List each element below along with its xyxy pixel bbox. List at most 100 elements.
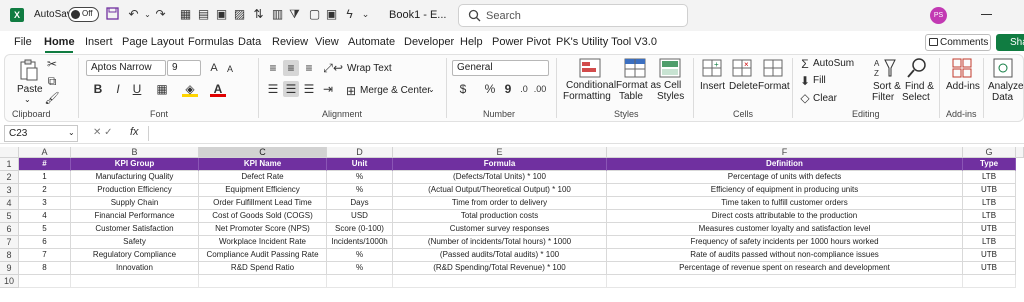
box-icon[interactable]: ▢: [307, 7, 322, 22]
align-center-icon[interactable]: ☰: [283, 81, 299, 97]
format-table-label-2[interactable]: Table: [619, 91, 643, 102]
table-cell[interactable]: (R&D Spending/Total Revenue) * 100: [393, 262, 607, 275]
italic-icon[interactable]: I: [110, 81, 126, 97]
insert-label[interactable]: Insert: [700, 81, 725, 92]
fill-color-icon[interactable]: ◈: [182, 81, 198, 97]
row-header[interactable]: 5: [0, 210, 19, 223]
table-cell[interactable]: 4: [19, 210, 71, 223]
row-header[interactable]: 1: [0, 158, 19, 171]
column-header-h[interactable]: [1016, 147, 1024, 158]
table-cell[interactable]: 1: [19, 171, 71, 184]
table-cell[interactable]: Innovation: [71, 262, 199, 275]
table-cell[interactable]: Manufacturing Quality: [71, 171, 199, 184]
insert-cells-icon[interactable]: +: [700, 56, 724, 80]
picture-insert-icon[interactable]: ▨: [232, 7, 247, 22]
table-cell[interactable]: Percentage of units with defects: [607, 171, 963, 184]
table-cell[interactable]: Total production costs: [393, 210, 607, 223]
menu-power-pivot[interactable]: Power Pivot: [492, 36, 551, 48]
screenshot-icon[interactable]: ▣: [324, 7, 339, 22]
format-label[interactable]: Format: [758, 81, 790, 92]
table-cell[interactable]: LTB: [963, 171, 1016, 184]
table-cell[interactable]: Financial Performance: [71, 210, 199, 223]
image-icon[interactable]: ▣: [214, 7, 229, 22]
wrap-text-label[interactable]: Wrap Text: [347, 63, 392, 74]
analyze-data-label-1[interactable]: Analyze: [988, 81, 1024, 92]
paste-label[interactable]: Paste: [17, 84, 43, 95]
insert-function-icon[interactable]: fx: [130, 126, 139, 138]
decrease-decimal-icon[interactable]: .00: [532, 81, 548, 97]
table-cell[interactable]: Workplace Incident Rate: [199, 236, 327, 249]
table-cell[interactable]: Direct costs attributable to the product…: [607, 210, 963, 223]
find-select-label-2[interactable]: Select: [902, 92, 930, 103]
table-header-cell[interactable]: #: [19, 158, 71, 171]
worksheet-grid[interactable]: A B C D E F G 1 2 3 4 5 6 7 8 9 10 # KPI…: [0, 147, 1024, 302]
conditional-formatting-icon[interactable]: [578, 56, 602, 80]
table-cell[interactable]: UTB: [963, 249, 1016, 262]
sort-filter-label-2[interactable]: Filter: [872, 92, 894, 103]
table-cell[interactable]: Score (0-100): [327, 223, 393, 236]
minimize-icon[interactable]: [981, 14, 992, 15]
table-cell[interactable]: Customer Satisfaction: [71, 223, 199, 236]
analyze-data-label-2[interactable]: Data: [992, 92, 1013, 103]
menu-home[interactable]: Home: [44, 36, 75, 48]
customize-qat-icon[interactable]: ⌄: [358, 7, 373, 22]
table-cell[interactable]: 5: [19, 223, 71, 236]
menu-developer[interactable]: Developer: [404, 36, 454, 48]
table-cell[interactable]: USD: [327, 210, 393, 223]
currency-icon[interactable]: $: [455, 81, 471, 97]
row-header[interactable]: 6: [0, 223, 19, 236]
align-right-icon[interactable]: ☰: [301, 81, 317, 97]
column-header-c[interactable]: C: [199, 147, 327, 158]
row-header[interactable]: 2: [0, 171, 19, 184]
menu-data[interactable]: Data: [238, 36, 261, 48]
table-cell[interactable]: Net Promoter Score (NPS): [199, 223, 327, 236]
menu-insert[interactable]: Insert: [85, 36, 113, 48]
table-cell[interactable]: Rate of audits passed without non-compli…: [607, 249, 963, 262]
add-ins-label[interactable]: Add-ins: [946, 81, 980, 92]
cell-styles-label-1[interactable]: Cell: [664, 80, 681, 91]
table-cell[interactable]: Incidents/1000h: [327, 236, 393, 249]
table-cell[interactable]: Regulatory Compliance: [71, 249, 199, 262]
share-button[interactable]: Sha: [996, 34, 1024, 51]
increase-decimal-icon[interactable]: .0: [516, 81, 532, 97]
comments-button[interactable]: Comments: [925, 34, 991, 51]
table-cell[interactable]: %: [327, 262, 393, 275]
row-header[interactable]: 3: [0, 184, 19, 197]
table-cell[interactable]: Frequency of safety incidents per 1000 h…: [607, 236, 963, 249]
table-cell[interactable]: Efficiency of equipment in producing uni…: [607, 184, 963, 197]
table-cell[interactable]: %: [327, 171, 393, 184]
table-cell[interactable]: Production Efficiency: [71, 184, 199, 197]
table-cell[interactable]: LTB: [963, 197, 1016, 210]
analyze-data-icon[interactable]: [991, 56, 1015, 80]
table-cell[interactable]: LTB: [963, 236, 1016, 249]
table-cell[interactable]: Order Fulfillment Lead Time: [199, 197, 327, 210]
autosave-toggle[interactable]: Off: [68, 7, 99, 22]
lightning-icon[interactable]: ϟ: [342, 7, 357, 22]
copy-icon[interactable]: ⧉: [44, 73, 60, 89]
table-cell[interactable]: (Passed audits/Total audits) * 100: [393, 249, 607, 262]
merge-dropdown-icon[interactable]: ⌄: [428, 85, 435, 94]
column-header-d[interactable]: D: [327, 147, 393, 158]
table-header-cell[interactable]: Formula: [393, 158, 607, 171]
table-header-cell[interactable]: Type: [963, 158, 1016, 171]
table-cell[interactable]: %: [327, 249, 393, 262]
font-name-select[interactable]: Aptos Narrow: [86, 60, 166, 76]
table-cell[interactable]: (Defects/Total Units) * 100: [393, 171, 607, 184]
row-header[interactable]: 4: [0, 197, 19, 210]
empty-cell[interactable]: [19, 275, 71, 288]
menu-page-layout[interactable]: Page Layout: [122, 36, 184, 48]
sort-icon[interactable]: ⇅: [251, 7, 266, 22]
wrap-text-icon[interactable]: ↩: [330, 60, 346, 76]
delete-cells-icon[interactable]: ×: [730, 56, 754, 80]
table-cell[interactable]: Measures customer loyalty and satisfacti…: [607, 223, 963, 236]
redo-icon[interactable]: ↷: [153, 7, 168, 22]
column-header-f[interactable]: F: [607, 147, 963, 158]
table-cell[interactable]: Cost of Goods Sold (COGS): [199, 210, 327, 223]
table-cell[interactable]: UTB: [963, 223, 1016, 236]
format-painter-brush-icon[interactable]: 🖌: [44, 90, 60, 106]
cell-styles-label-2[interactable]: Styles: [657, 91, 684, 102]
paste-dropdown-icon[interactable]: ⌄: [24, 95, 31, 104]
empty-cell[interactable]: [607, 275, 963, 288]
table-cell[interactable]: Customer survey responses: [393, 223, 607, 236]
find-select-label-1[interactable]: Find &: [905, 81, 934, 92]
